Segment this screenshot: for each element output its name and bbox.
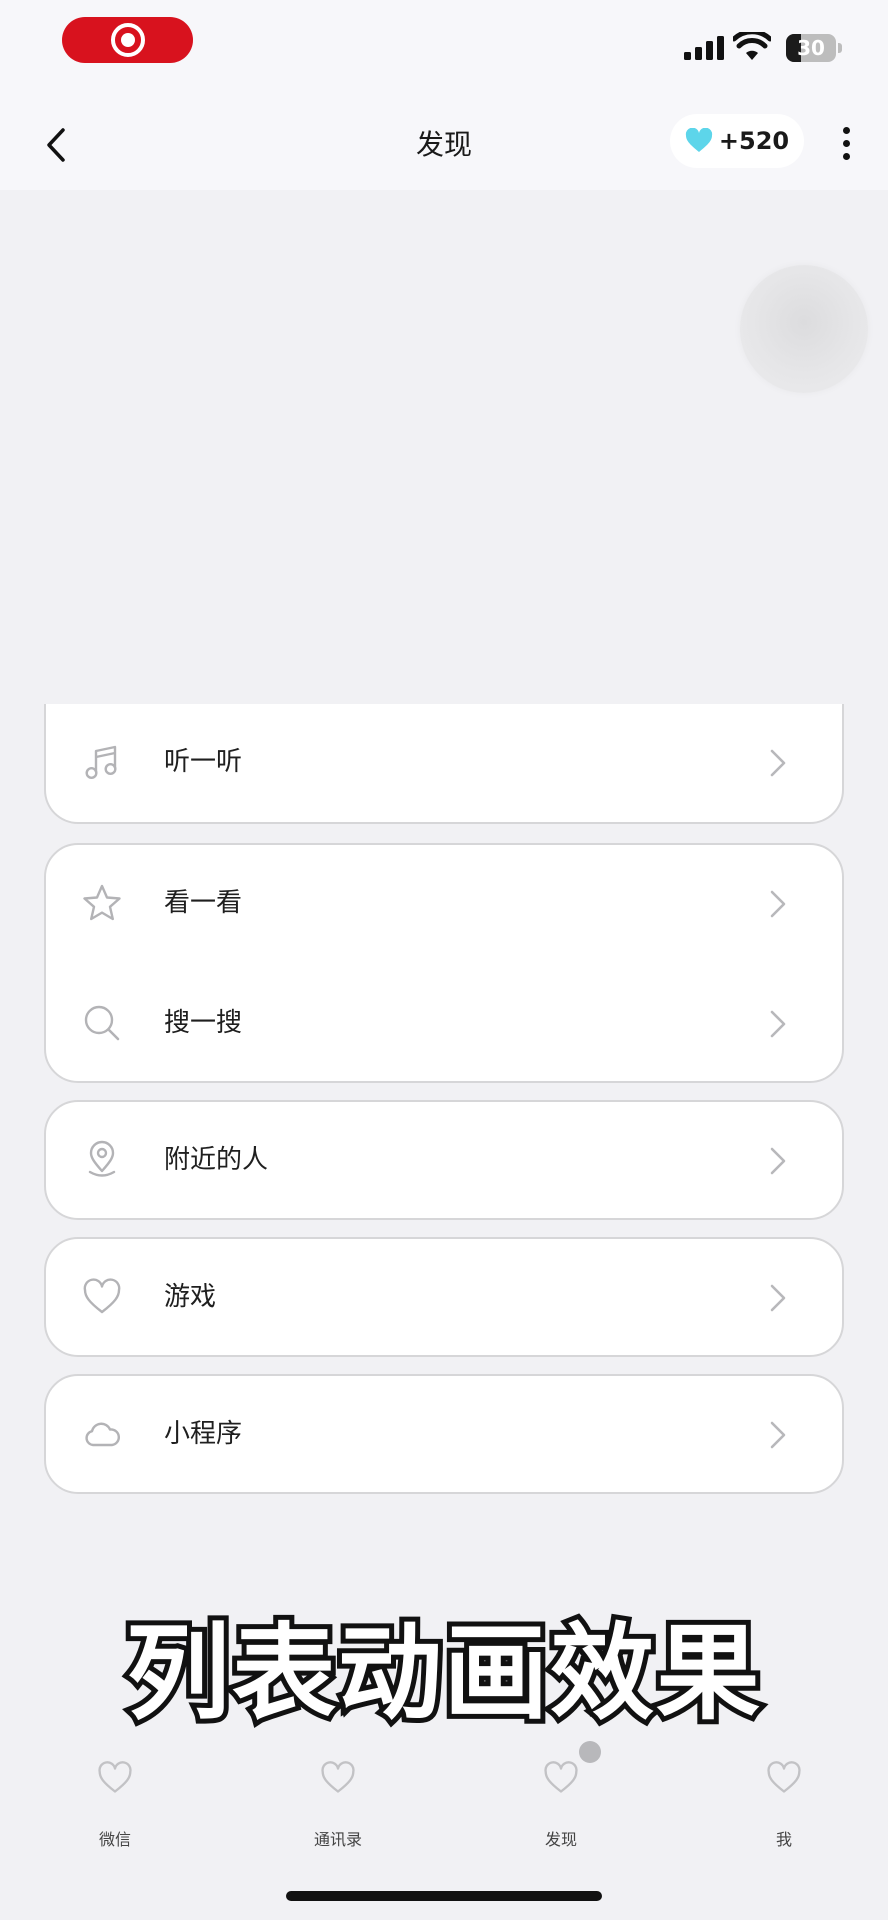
wifi-icon bbox=[733, 32, 771, 60]
menu-item-listen[interactable]: 听一听 bbox=[46, 704, 842, 820]
tab-wechat[interactable]: 微信 bbox=[50, 1740, 180, 1850]
tab-discover[interactable]: 发现 bbox=[496, 1740, 626, 1850]
menu-item-mini-programs[interactable]: 小程序 bbox=[46, 1376, 842, 1492]
tab-label: 通讯录 bbox=[313, 1830, 362, 1849]
music-note-icon bbox=[85, 745, 117, 780]
menu-item-label: 小程序 bbox=[164, 1419, 243, 1449]
tab-contacts[interactable]: 通讯录 bbox=[273, 1740, 403, 1850]
heart-icon bbox=[83, 1278, 121, 1314]
more-options-button[interactable] bbox=[832, 118, 860, 168]
heart-icon bbox=[685, 128, 712, 152]
menu-item-label: 附近的人 bbox=[164, 1145, 269, 1175]
chevron-left-icon bbox=[47, 128, 65, 162]
tab-me[interactable]: 我 bbox=[719, 1740, 849, 1850]
menu-card: 附近的人 bbox=[44, 1100, 844, 1220]
menu-item-label: 游戏 bbox=[164, 1282, 217, 1312]
cellular-signal-icon bbox=[684, 36, 724, 60]
heart-icon bbox=[544, 1761, 578, 1793]
tab-label: 发现 bbox=[544, 1830, 577, 1849]
record-icon bbox=[110, 23, 145, 57]
heart-icon bbox=[98, 1761, 132, 1793]
chevron-right-icon bbox=[770, 1284, 786, 1312]
star-icon bbox=[83, 884, 121, 921]
menu-item-nearby[interactable]: 附近的人 bbox=[46, 1102, 842, 1218]
tab-bar: 微信 通讯录 发现 我 bbox=[0, 1740, 888, 1850]
menu-item-search[interactable]: 搜一搜 bbox=[46, 965, 842, 1081]
menu-card: 看一看 搜一搜 bbox=[44, 843, 844, 1083]
menu-card: 游戏 bbox=[44, 1237, 844, 1357]
battery-percent: 30 bbox=[797, 36, 825, 60]
chevron-right-icon bbox=[770, 749, 786, 777]
menu-item-games[interactable]: 游戏 bbox=[46, 1239, 842, 1355]
menu-item-look[interactable]: 看一看 bbox=[46, 845, 842, 961]
status-bar: 30 bbox=[0, 0, 888, 100]
menu-item-label: 看一看 bbox=[164, 888, 243, 918]
screen-recording-indicator[interactable] bbox=[62, 17, 193, 63]
menu-item-label: 搜一搜 bbox=[164, 1008, 243, 1038]
tab-notification-dot bbox=[579, 1741, 601, 1763]
chevron-right-icon bbox=[770, 1421, 786, 1449]
search-icon bbox=[84, 1005, 120, 1041]
chevron-right-icon bbox=[770, 890, 786, 918]
cloud-icon bbox=[85, 1422, 121, 1447]
tab-label: 我 bbox=[775, 1830, 792, 1849]
menu-item-label: 听一听 bbox=[164, 747, 243, 777]
chevron-right-icon bbox=[770, 1010, 786, 1038]
home-indicator[interactable] bbox=[286, 1891, 602, 1901]
tab-label: 微信 bbox=[98, 1830, 131, 1849]
menu-card: 听一听 bbox=[44, 704, 844, 824]
battery-indicator: 30 bbox=[786, 34, 842, 62]
chevron-right-icon bbox=[770, 1147, 786, 1175]
menu-card: 小程序 bbox=[44, 1374, 844, 1494]
points-badge[interactable]: +520 bbox=[670, 114, 804, 168]
back-button[interactable] bbox=[36, 120, 76, 170]
floating-assistive-button[interactable] bbox=[740, 265, 868, 393]
heart-icon bbox=[767, 1761, 801, 1793]
location-pin-icon bbox=[88, 1140, 116, 1177]
navigation-bar: 发现 +520 bbox=[0, 100, 888, 190]
heart-icon bbox=[321, 1761, 355, 1793]
points-value: +520 bbox=[718, 127, 790, 155]
more-vertical-icon bbox=[842, 126, 850, 134]
video-caption: 列表动画效果 bbox=[121, 1607, 765, 1739]
